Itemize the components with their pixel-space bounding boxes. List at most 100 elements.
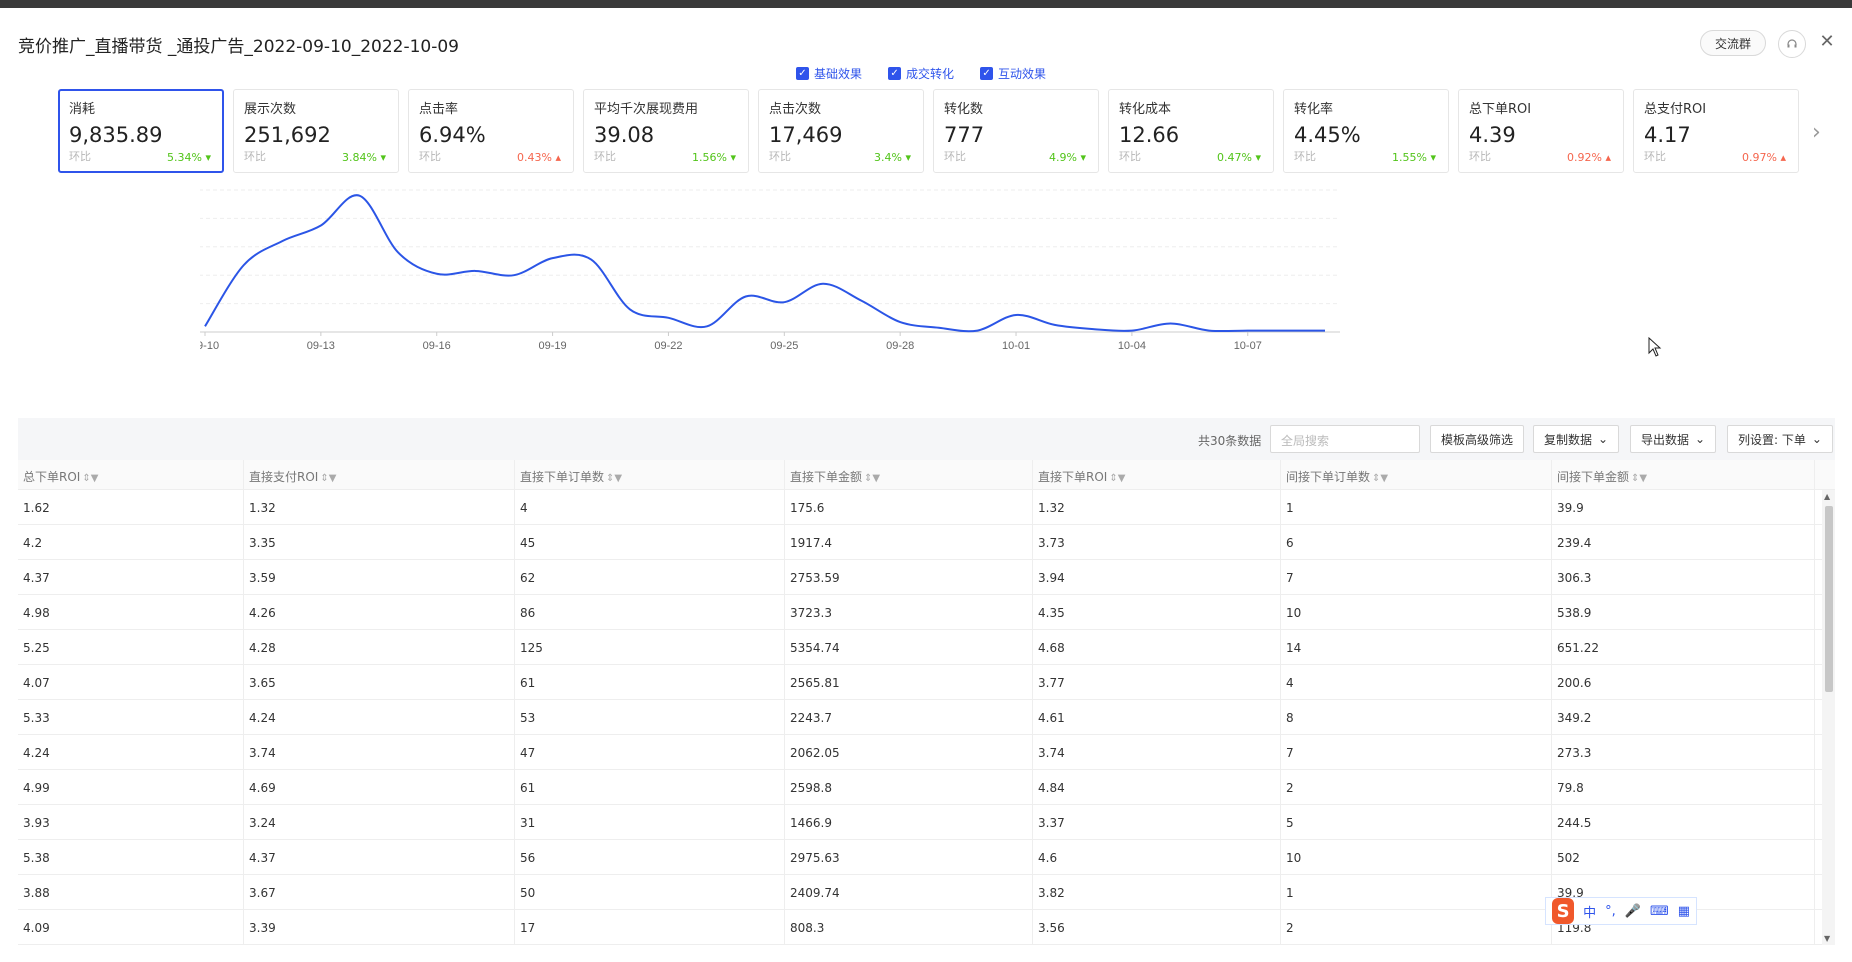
sort-filter-icon[interactable]: ⇕▼	[606, 473, 622, 484]
table-cell: 2243.7	[785, 700, 1033, 734]
metric-card[interactable]: 点击次数 17,469 环比 3.4% ▾	[758, 89, 924, 173]
metric-card[interactable]: 展示次数 251,692 环比 3.84% ▾	[233, 89, 399, 173]
table-row[interactable]: 5.38 4.37 56 2975.63 4.6 10 502	[18, 840, 1835, 875]
chevron-right-icon[interactable]: ›	[1812, 120, 1821, 145]
metric-change: 4.9% ▾	[1049, 151, 1086, 164]
group-chat-button[interactable]: 交流群	[1700, 30, 1766, 56]
search-input[interactable]: 全局搜索	[1270, 425, 1420, 453]
x-tick-label: 09-28	[886, 340, 914, 352]
change-value: 0.97%	[1742, 151, 1777, 164]
metric-change: 1.56% ▾	[692, 151, 736, 164]
metric-change: 0.92% ▴	[1567, 151, 1611, 164]
table-row[interactable]: 5.25 4.28 125 5354.74 4.68 14 651.22	[18, 630, 1835, 665]
table-row[interactable]: 1.62 1.32 4 175.6 1.32 1 39.9	[18, 490, 1835, 525]
metric-label: 点击率	[419, 102, 459, 117]
chevron-down-icon: ⌄	[1811, 432, 1822, 446]
table-row[interactable]: 5.33 4.24 53 2243.7 4.61 8 349.2	[18, 700, 1835, 735]
change-value: 3.84%	[342, 151, 377, 164]
sort-filter-icon[interactable]: ⇕▼	[1372, 473, 1388, 484]
metric-change: 3.4% ▾	[874, 151, 911, 164]
ime-toolbar[interactable]: S 中 °, 🎤 ⌨ ▦	[1545, 897, 1697, 925]
table-cell: 50	[515, 875, 785, 909]
metric-card[interactable]: 平均千次展现费用 39.08 环比 1.56% ▾	[583, 89, 749, 173]
checkbox-interaction[interactable]: ✓ 互动效果	[980, 65, 1046, 82]
column-header[interactable]: 总下单ROI ⇕▼	[18, 460, 244, 489]
template-filter-button[interactable]: 模板高级筛选	[1430, 425, 1525, 453]
metric-card[interactable]: 转化成本 12.66 环比 0.47% ▾	[1108, 89, 1274, 173]
table-row[interactable]: 4.37 3.59 62 2753.59 3.94 7 306.3	[18, 560, 1835, 595]
ring-label: 环比	[1119, 150, 1141, 163]
table-cell: 5	[1281, 805, 1552, 839]
metric-card[interactable]: 总下单ROI 4.39 环比 0.92% ▴	[1458, 89, 1624, 173]
table-cell: 53	[515, 700, 785, 734]
table-scrollbar[interactable]: ▲ ▼	[1822, 490, 1835, 945]
export-data-button[interactable]: 导出数据 ⌄	[1630, 425, 1717, 453]
table-row[interactable]: 4.2 3.35 45 1917.4 3.73 6 239.4	[18, 525, 1835, 560]
table-cell: 1917.4	[785, 525, 1033, 559]
table-row[interactable]: 4.24 3.74 47 2062.05 3.74 7 273.3	[18, 735, 1835, 770]
keyboard-icon[interactable]: ⌨	[1650, 904, 1669, 919]
change-value: 0.47%	[1217, 151, 1252, 164]
table-cell: 1.32	[1033, 490, 1281, 524]
copy-data-button[interactable]: 复制数据 ⌄	[1533, 425, 1620, 453]
table-row[interactable]: 4.99 4.69 61 2598.8 4.84 2 79.8	[18, 770, 1835, 805]
table-cell: 4.37	[244, 840, 515, 874]
table-cell: 2	[1281, 770, 1552, 804]
header-label: 间接下单订单数	[1286, 470, 1371, 484]
header-label: 直接下单订单数	[520, 470, 605, 484]
column-header[interactable]: 间接下单订单数 ⇕▼	[1281, 460, 1552, 489]
metric-card[interactable]: 总支付ROI 4.17 环比 0.97% ▴	[1633, 89, 1799, 173]
check-icon: ✓	[980, 67, 994, 80]
close-icon[interactable]: ✕	[1816, 30, 1838, 52]
metric-card[interactable]: 转化数 777 环比 4.9% ▾	[933, 89, 1099, 173]
checkbox-basic[interactable]: ✓ 基础效果	[796, 65, 862, 82]
grid-icon[interactable]: ▦	[1678, 904, 1690, 919]
button-label: 导出数据	[1641, 432, 1690, 447]
trend-up-icon: ▴	[1605, 151, 1611, 164]
ime-punctuation[interactable]: °,	[1605, 904, 1616, 919]
table-row[interactable]: 4.07 3.65 61 2565.81 3.77 4 200.6	[18, 665, 1835, 700]
table-cell: 3.74	[244, 735, 515, 769]
header-label: 总下单ROI	[23, 470, 81, 484]
scrollbar-thumb[interactable]	[1825, 506, 1833, 692]
scroll-down-icon[interactable]: ▼	[1824, 934, 1830, 943]
table-cell: 45	[515, 525, 785, 559]
metric-cards: 消耗 9,835.89 环比 5.34% ▾ 展示次数 251,692 环比 3.84% ▾ 点…	[58, 89, 1799, 173]
table-cell: 3.82	[1033, 875, 1281, 909]
table-cell: 2598.8	[785, 770, 1033, 804]
table-cell: 4.68	[1033, 630, 1281, 664]
metric-card[interactable]: 点击率 6.94% 环比 0.43% ▴	[408, 89, 574, 173]
x-tick-label: 09-10	[200, 340, 219, 352]
ring-label: 环比	[769, 150, 791, 163]
ime-mode[interactable]: 中	[1583, 902, 1596, 921]
header-label: 直接支付ROI	[249, 470, 319, 484]
table-cell: 47	[515, 735, 785, 769]
column-header[interactable]: 直接支付ROI ⇕▼	[244, 460, 515, 489]
metric-value: 4.17	[1644, 123, 1691, 147]
table-cell: 3.37	[1033, 805, 1281, 839]
metric-label: 总下单ROI	[1469, 102, 1532, 117]
metric-card[interactable]: 转化率 4.45% 环比 1.55% ▾	[1283, 89, 1449, 173]
column-header[interactable]: 间接下单金额 ⇕▼	[1552, 460, 1815, 489]
sort-filter-icon[interactable]: ⇕▼	[1631, 473, 1647, 484]
table-cell: 3.39	[244, 910, 515, 944]
column-settings-button[interactable]: 列设置: 下单 ⌄	[1727, 425, 1833, 453]
checkbox-conversion[interactable]: ✓ 成交转化	[888, 65, 954, 82]
metric-label: 点击次数	[769, 102, 822, 117]
metric-card[interactable]: 消耗 9,835.89 环比 5.34% ▾	[58, 89, 224, 173]
sort-filter-icon[interactable]: ⇕▼	[82, 473, 98, 484]
column-header[interactable]: 直接下单金额 ⇕▼	[785, 460, 1033, 489]
sort-filter-icon[interactable]: ⇕▼	[320, 473, 336, 484]
column-header[interactable]: 直接下单订单数 ⇕▼	[515, 460, 785, 489]
sort-filter-icon[interactable]: ⇕▼	[864, 473, 880, 484]
column-header[interactable]: 直接下单ROI ⇕▼	[1033, 460, 1281, 489]
sort-filter-icon[interactable]: ⇕▼	[1109, 473, 1125, 484]
table-cell: 10	[1281, 595, 1552, 629]
microphone-icon[interactable]: 🎤	[1625, 904, 1641, 919]
table-row[interactable]: 3.93 3.24 31 1466.9 3.37 5 244.5	[18, 805, 1835, 840]
scroll-up-icon[interactable]: ▲	[1824, 492, 1830, 501]
table-row[interactable]: 4.98 4.26 86 3723.3 4.35 10 538.9	[18, 595, 1835, 630]
headset-icon[interactable]	[1778, 30, 1806, 58]
x-tick-label: 09-25	[770, 340, 798, 352]
checkbox-label: 成交转化	[906, 67, 955, 81]
